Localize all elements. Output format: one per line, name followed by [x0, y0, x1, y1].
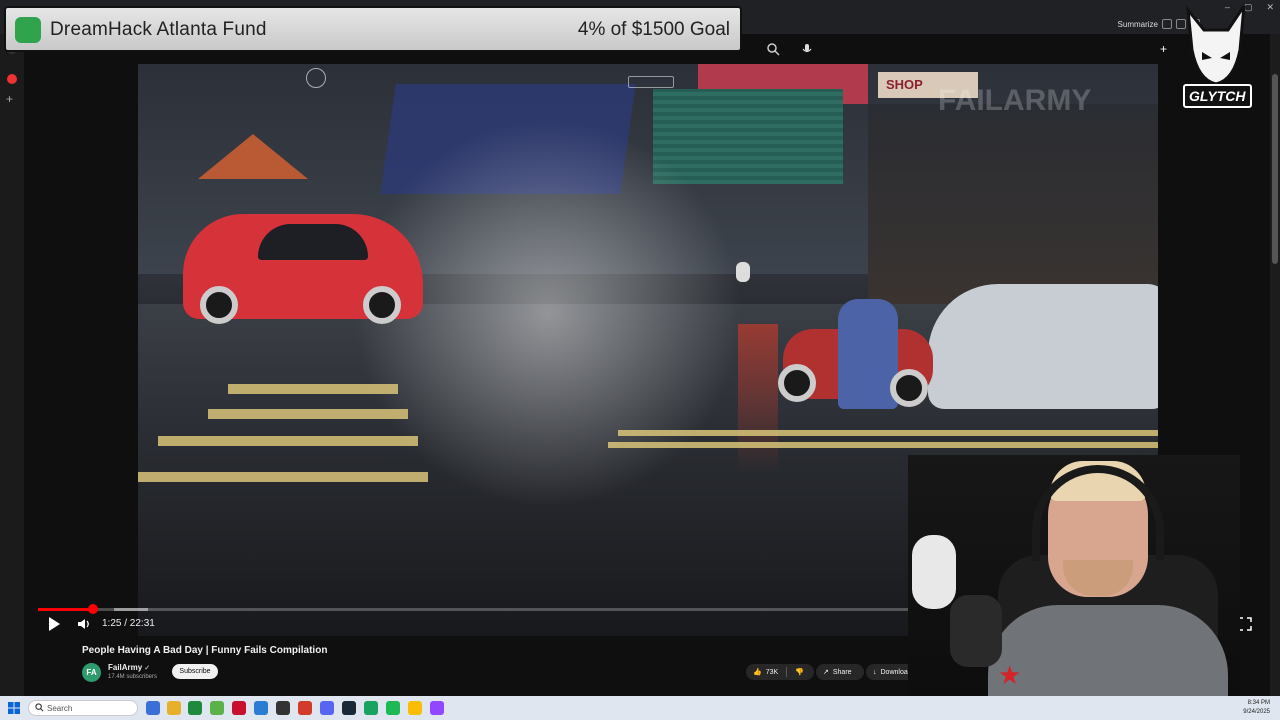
create-button[interactable]: + — [1160, 42, 1167, 56]
taskbar-app-icon[interactable] — [298, 701, 312, 715]
search-icon[interactable] — [766, 42, 780, 56]
share-label: Share — [832, 668, 852, 676]
like-dislike-group: 👍 73K 👎 — [746, 664, 814, 680]
taskbar-app-icon[interactable] — [210, 701, 224, 715]
video-dog — [736, 262, 750, 282]
taskbar-app-icon[interactable] — [188, 701, 202, 715]
extension-icon[interactable] — [1162, 19, 1172, 29]
crosswalk-stripe — [158, 436, 418, 446]
video-car-wheel — [363, 286, 401, 324]
download-icon: ↓ — [873, 668, 877, 676]
video-red-car-window — [258, 224, 368, 260]
subscriber-count: 17.4M subscribers — [108, 674, 158, 680]
close-icon[interactable]: ✕ — [1266, 2, 1274, 13]
taskbar-search[interactable]: Search — [28, 700, 138, 716]
miniplayer-controls-icon[interactable] — [628, 76, 674, 88]
progress-scrubber[interactable] — [88, 604, 98, 614]
mic-icon[interactable] — [800, 42, 814, 56]
channel-avatar[interactable]: FA — [82, 663, 101, 682]
road-line — [618, 430, 1158, 436]
video-watermark: FAILARMY — [938, 84, 1092, 117]
webcam-headset — [1032, 465, 1164, 561]
taskbar-discord-icon[interactable] — [320, 701, 334, 715]
download-label: Download — [880, 668, 912, 676]
taskbar-app-icon[interactable] — [276, 701, 290, 715]
thumbs-down-icon[interactable]: 👎 — [795, 668, 804, 676]
like-count[interactable]: 73K — [766, 669, 778, 676]
video-corner-icon — [306, 68, 326, 88]
screen: Summarize – ▢ ✕ + + SHOP FAILARMY 1:25 /… — [0, 0, 1280, 720]
video-title: People Having A Bad Day | Funny Fails Co… — [82, 645, 328, 656]
page-scrollbar[interactable] — [1270, 34, 1280, 696]
summarize-button[interactable]: Summarize — [1118, 20, 1158, 29]
crosswalk-stripe — [228, 384, 398, 394]
scroll-thumb[interactable] — [1272, 74, 1278, 264]
taskbar-search-icon — [35, 703, 44, 712]
fund-title: DreamHack Atlanta Fund — [50, 19, 267, 40]
fund-goal-overlay: DreamHack Atlanta Fund 4% of $1500 Goal — [4, 6, 742, 52]
fullscreen-icon[interactable] — [1238, 617, 1252, 631]
video-rider — [838, 299, 898, 409]
taskbar-spotify-icon[interactable] — [386, 701, 400, 715]
taskbar-app-icon[interactable] — [364, 701, 378, 715]
clock-time: 8:34 PM — [1247, 700, 1270, 706]
taskbar-app-icon[interactable] — [146, 701, 160, 715]
overlay-logo-text: GLYTCH — [1183, 84, 1252, 108]
subscribe-button[interactable]: Subscribe — [172, 664, 218, 679]
browser-side-strip — [0, 34, 24, 696]
clock-date: 9/24/2025 — [1243, 709, 1270, 715]
share-icon: ↗ — [823, 669, 829, 676]
add-panel-icon[interactable]: + — [6, 92, 13, 106]
divider — [786, 667, 788, 677]
fund-goal-progress: 4% of $1500 Goal — [577, 19, 730, 40]
taskbar-clock[interactable]: 8:34 PM 9/24/2025 — [1243, 699, 1270, 717]
windows-start-icon[interactable] — [8, 702, 20, 714]
taskbar-chrome-icon[interactable] — [408, 701, 422, 715]
thumbs-up-icon[interactable]: 👍 — [753, 668, 762, 676]
webcam-plush-toy — [912, 535, 956, 609]
channel-name-text[interactable]: FailArmy — [108, 663, 142, 672]
webcam-star-icon: ★ — [998, 660, 1022, 690]
time-display: 1:25 / 22:31 — [102, 618, 155, 629]
fund-logo-icon — [15, 17, 41, 43]
taskbar-folder-icon[interactable] — [167, 701, 181, 715]
taskbar-steam-icon[interactable] — [342, 701, 356, 715]
play-icon[interactable] — [46, 616, 62, 632]
crosswalk-stripe — [208, 409, 408, 419]
video-red-reflection — [738, 324, 778, 474]
side-icon-youtube[interactable] — [7, 74, 17, 84]
webcam-microphone — [950, 595, 1002, 667]
volume-icon[interactable] — [77, 617, 91, 631]
progress-buffered — [114, 608, 148, 611]
video-moto-wheel — [890, 369, 928, 407]
video-white-car — [928, 284, 1158, 409]
taskbar-app-icon[interactable] — [430, 701, 444, 715]
verified-badge-icon: ✓ — [144, 665, 151, 672]
video-car-wheel — [200, 286, 238, 324]
taskbar-app-icon[interactable] — [232, 701, 246, 715]
progress-played — [38, 608, 93, 611]
video-moto-wheel — [778, 364, 816, 402]
channel-name[interactable]: FailArmy ✓ — [108, 663, 150, 672]
share-button[interactable]: ↗ Share — [816, 664, 864, 680]
streamer-webcam: ★ — [908, 455, 1240, 720]
taskbar-app-icon[interactable] — [254, 701, 268, 715]
road-line — [608, 442, 1158, 448]
progress-bar[interactable] — [38, 608, 910, 611]
video-storefront — [868, 104, 1158, 304]
crosswalk-stripe — [138, 472, 428, 482]
